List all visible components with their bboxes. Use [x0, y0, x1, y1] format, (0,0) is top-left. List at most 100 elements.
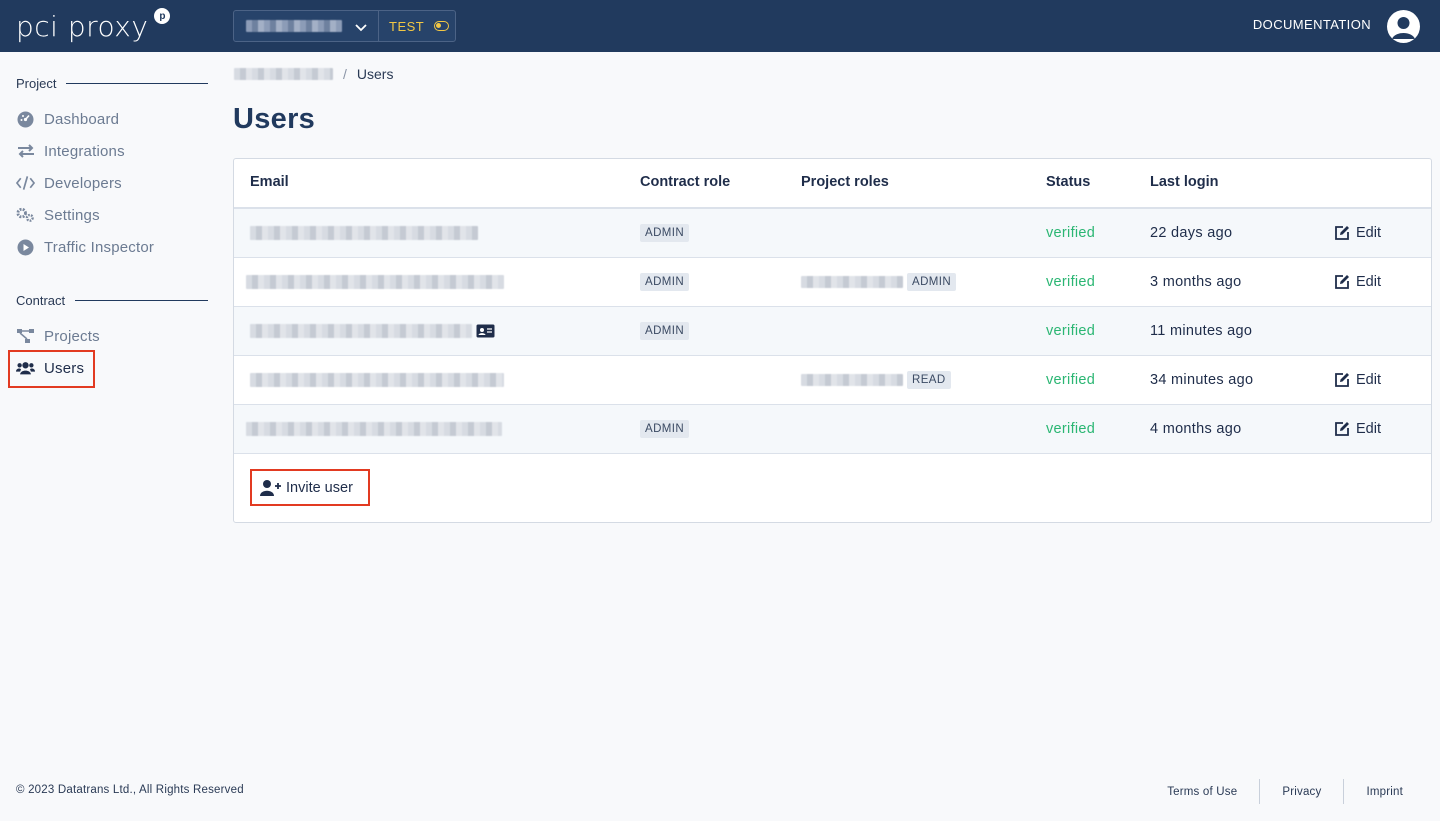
table-row: ADMIN verified 4 months ago Edit: [234, 405, 1431, 454]
dashboard-icon: [16, 110, 35, 129]
status-cell: verified: [1046, 225, 1096, 241]
project-roles-cell: ADMIN: [801, 258, 957, 306]
edit-icon: [1335, 275, 1349, 289]
status-cell: verified: [1046, 421, 1096, 437]
column-last-login: Last login: [1150, 174, 1219, 190]
column-status: Status: [1046, 174, 1091, 190]
email-redacted: [250, 373, 504, 387]
breadcrumb-redacted-link[interactable]: [234, 68, 333, 80]
sidebar-item-label: Integrations: [44, 142, 125, 160]
email-cell: [250, 209, 478, 257]
environment-toggle[interactable]: TEST: [379, 11, 450, 41]
page-title: Users: [233, 103, 316, 135]
chevron-down-icon: [355, 24, 367, 32]
sidebar-item-traffic-inspector[interactable]: Traffic Inspector: [16, 236, 154, 258]
arrows-exchange-icon: [16, 142, 35, 161]
sidebar-item-settings[interactable]: Settings: [16, 204, 100, 226]
sidebar-item-label: Projects: [44, 327, 100, 345]
edit-button[interactable]: Edit: [1334, 209, 1381, 257]
breadcrumb: / Users: [234, 64, 393, 84]
edit-icon: [1335, 226, 1349, 240]
contract-role-cell: ADMIN: [640, 307, 690, 355]
edit-icon: [1335, 373, 1349, 387]
sidebar-item-dashboard[interactable]: Dashboard: [16, 108, 119, 130]
footer-link-imprint[interactable]: Imprint: [1344, 786, 1440, 798]
users-table: Email Contract role Project roles Status…: [233, 158, 1432, 523]
divider: [66, 83, 208, 84]
footer-link-privacy[interactable]: Privacy: [1260, 786, 1343, 798]
sidebar-item-label: Developers: [44, 174, 122, 192]
logo[interactable]: pci proxy p: [16, 8, 171, 44]
email-redacted: [246, 422, 502, 436]
edit-icon: [1335, 422, 1349, 436]
play-circle-icon: [16, 238, 35, 257]
column-email: Email: [250, 174, 289, 190]
last-login-cell: 3 months ago: [1150, 274, 1242, 290]
table-row: READ verified 34 minutes ago Edit: [234, 356, 1431, 405]
sidebar-section-project: Project: [16, 76, 208, 91]
edit-button[interactable]: Edit: [1334, 258, 1381, 306]
footer-copyright: © 2023 Datatrans Ltd., All Rights Reserv…: [16, 784, 244, 796]
table-row: ADMIN verified 22 days ago Edit: [234, 209, 1431, 258]
gears-icon: [16, 206, 35, 225]
table-row: ADMIN verified 11 minutes ago: [234, 307, 1431, 356]
user-circle-icon[interactable]: [1387, 10, 1420, 43]
highlight-invite-user: [250, 469, 370, 506]
sidebar: Project Dashboard Integrations Developer…: [0, 52, 220, 752]
column-project-roles: Project roles: [801, 174, 889, 190]
edit-label: Edit: [1356, 421, 1381, 437]
footer-link-terms[interactable]: Terms of Use: [1145, 786, 1259, 798]
highlight-users: [8, 350, 95, 388]
toggle-icon: [434, 21, 450, 31]
id-card-icon: [476, 324, 495, 338]
edit-label: Edit: [1356, 225, 1381, 241]
project-role-badge: READ: [907, 371, 951, 389]
email-cell: [250, 307, 495, 355]
last-login-cell: 22 days ago: [1150, 225, 1233, 241]
status-cell: verified: [1046, 323, 1096, 339]
logo-mark: p: [154, 8, 171, 24]
contract-role-cell: ADMIN: [640, 258, 690, 306]
last-login-cell: 11 minutes ago: [1150, 323, 1253, 339]
contract-role-cell: ADMIN: [640, 209, 690, 257]
last-login-cell: 4 months ago: [1150, 421, 1242, 437]
edit-button[interactable]: Edit: [1334, 356, 1381, 404]
edit-label: Edit: [1356, 372, 1381, 388]
logo-text: pci proxy: [16, 10, 149, 43]
contract-role-cell: ADMIN: [640, 405, 690, 453]
email-cell: [246, 405, 502, 453]
code-icon: [16, 174, 35, 193]
project-select[interactable]: [234, 11, 379, 41]
sidebar-item-developers[interactable]: Developers: [16, 172, 122, 194]
table-header: Email Contract role Project roles Status…: [234, 159, 1431, 209]
edit-button[interactable]: Edit: [1334, 405, 1381, 453]
status-cell: verified: [1046, 372, 1096, 388]
project-name-redacted: [801, 374, 903, 386]
table-row: ADMIN ADMIN verified 3 months ago Edit: [234, 258, 1431, 307]
breadcrumb-current: Users: [356, 66, 394, 82]
edit-label: Edit: [1356, 274, 1381, 290]
project-name-redacted: [801, 276, 903, 288]
email-redacted: [250, 226, 478, 240]
environment-label: TEST: [389, 18, 425, 34]
email-redacted: [250, 324, 472, 338]
email-cell: [246, 258, 504, 306]
sidebar-section-contract: Contract: [16, 293, 208, 308]
contract-role-badge: ADMIN: [640, 420, 690, 438]
sidebar-item-projects[interactable]: Projects: [16, 325, 100, 347]
documentation-link[interactable]: DOCUMENTATION: [1253, 17, 1371, 32]
project-name-redacted: [246, 20, 342, 32]
sidebar-item-integrations[interactable]: Integrations: [16, 140, 125, 162]
status-cell: verified: [1046, 274, 1096, 290]
sidebar-item-label: Dashboard: [44, 110, 120, 128]
email-cell: [250, 356, 504, 404]
sitemap-icon: [16, 327, 35, 346]
environment-switcher: TEST: [233, 10, 456, 42]
email-redacted: [246, 275, 504, 289]
sidebar-item-label: Traffic Inspector: [44, 238, 155, 256]
divider: [75, 300, 208, 301]
breadcrumb-separator: /: [343, 66, 347, 82]
project-roles-cell: READ: [801, 356, 951, 404]
column-contract-role: Contract role: [640, 174, 731, 190]
contract-role-badge: ADMIN: [640, 273, 690, 291]
